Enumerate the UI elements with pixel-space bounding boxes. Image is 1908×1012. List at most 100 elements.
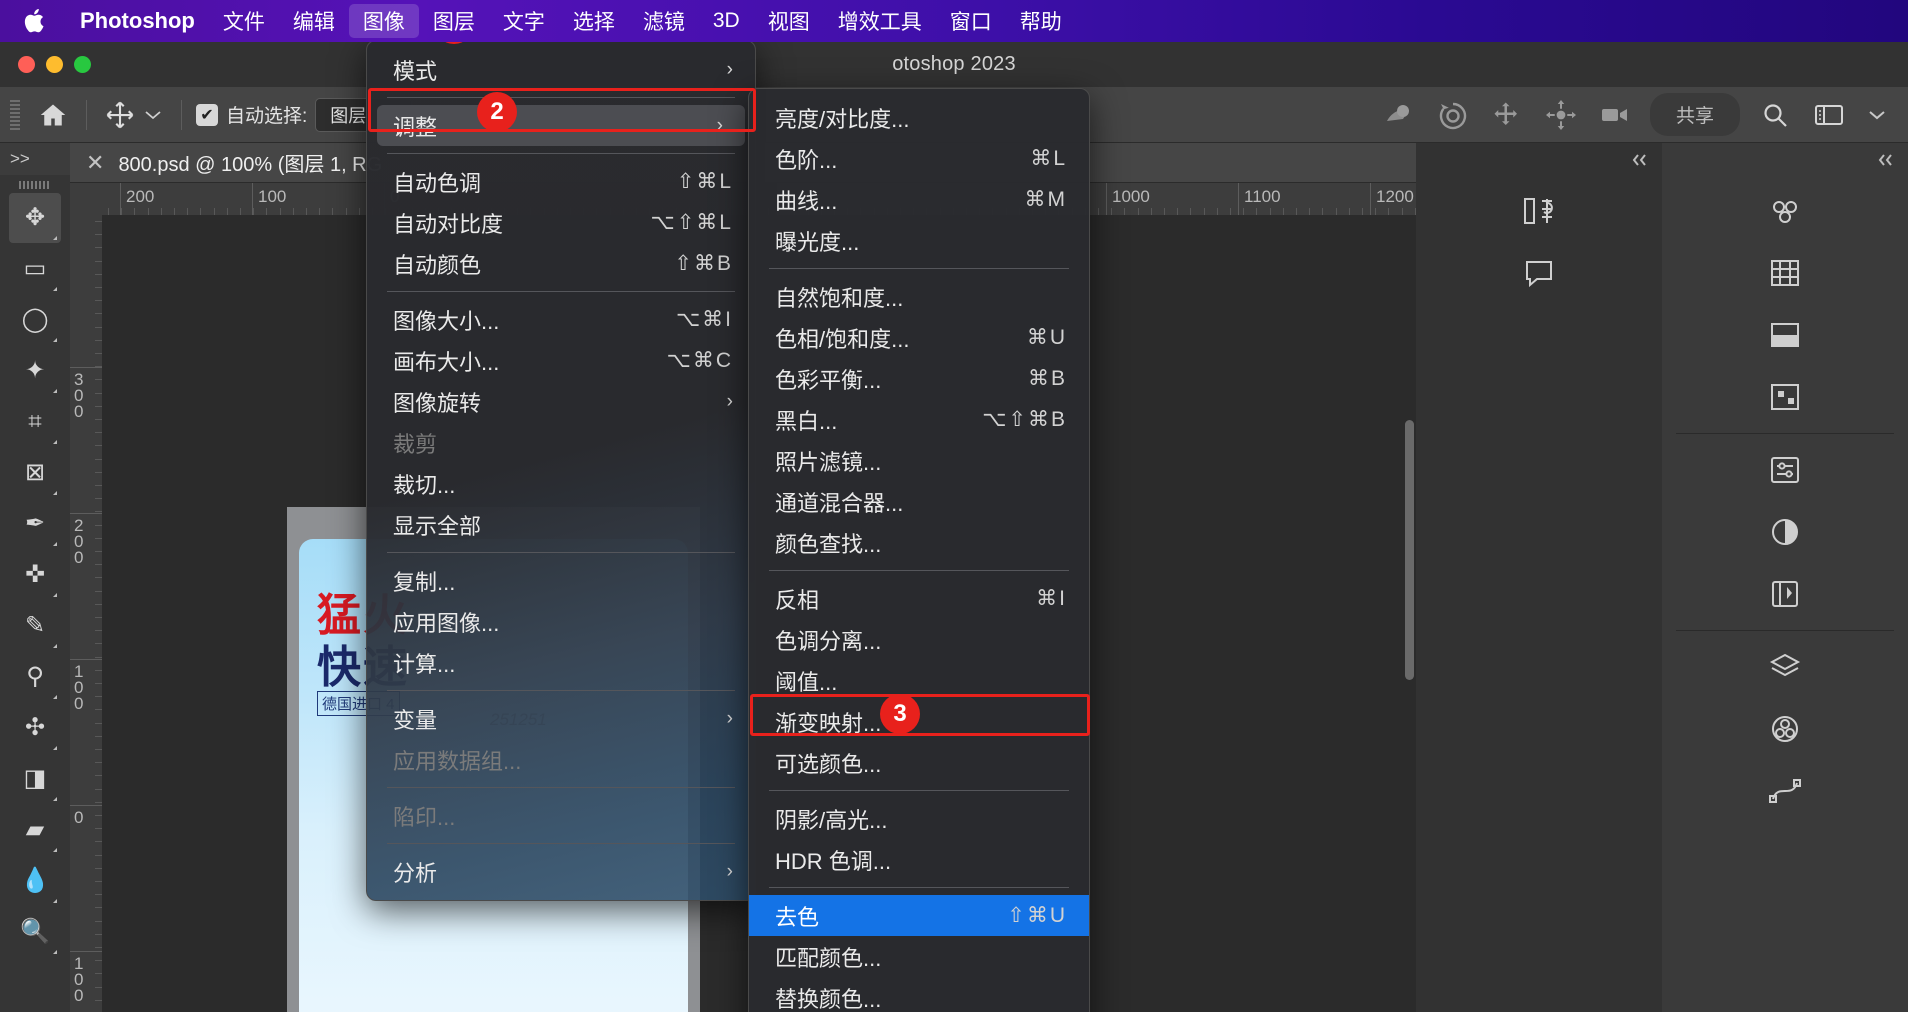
menu-item[interactable]: 计算... xyxy=(367,642,755,683)
close-icon[interactable]: ✕ xyxy=(86,150,104,176)
canvas-vertical-scrollbar[interactable] xyxy=(1405,420,1414,680)
menu-bar-item-11[interactable]: 窗口 xyxy=(936,4,1006,38)
rotate-icon[interactable] xyxy=(1434,96,1472,134)
auto-select-checkbox[interactable]: ✔ xyxy=(196,104,218,126)
menu-item[interactable]: 曝光度... xyxy=(749,220,1089,261)
gradients-icon[interactable] xyxy=(1757,307,1813,363)
eyedropper-tool[interactable]: ✒ xyxy=(9,499,61,549)
menu-item[interactable]: 色相/饱和度...⌘U xyxy=(749,317,1089,358)
menu-item[interactable]: 亮度/对比度... xyxy=(749,97,1089,138)
menu-bar-item-7[interactable]: 滤镜 xyxy=(629,4,699,38)
menu-item[interactable]: 图像旋转› xyxy=(367,381,755,422)
lasso-tool[interactable]: ◯ xyxy=(9,295,61,345)
crop-tool[interactable]: ⌗ xyxy=(9,397,61,447)
layers-icon[interactable] xyxy=(1757,639,1813,695)
traffic-lights[interactable] xyxy=(18,56,91,73)
channels-icon[interactable] xyxy=(1757,701,1813,757)
gradient-tool[interactable]: ▰ xyxy=(9,805,61,855)
right-dock-collapse-a[interactable] xyxy=(1416,143,1662,177)
adjustments-icon[interactable] xyxy=(1757,442,1813,498)
menu-item[interactable]: 曲线...⌘M xyxy=(749,179,1089,220)
menu-item[interactable]: 替换颜色... xyxy=(749,977,1089,1012)
menu-item[interactable]: 去色⇧⌘U xyxy=(749,895,1089,936)
libraries-icon[interactable] xyxy=(1757,566,1813,622)
tools-panel-grip[interactable] xyxy=(19,181,51,189)
menu-item[interactable]: 色调分离... xyxy=(749,619,1089,660)
vertical-ruler[interactable]: 3002001000100 xyxy=(70,215,102,1012)
clone-stamp-tool[interactable]: ⚲ xyxy=(9,652,61,702)
adjustments-submenu[interactable]: 亮度/对比度...色阶...⌘L曲线...⌘M曝光度... 自然饱和度...色相/… xyxy=(748,88,1090,1012)
image-menu[interactable]: 模式› 调整› 自动色调⇧⌘L自动对比度⌥⇧⌘L自动颜色⇧⌘B 图像大小...⌥⌘I画… xyxy=(366,40,756,901)
menu-item[interactable]: 阴影/高光... xyxy=(749,798,1089,839)
menu-bar-item-0[interactable]: Photoshop xyxy=(66,4,209,38)
menu-item[interactable]: 图像大小...⌥⌘I xyxy=(367,299,755,340)
tools-panel-collapse[interactable]: >> xyxy=(0,143,70,175)
history-brush-tool[interactable]: ✣ xyxy=(9,703,61,753)
menu-bar-item-4[interactable]: 图层 xyxy=(419,4,489,38)
menu-bar-item-9[interactable]: 视图 xyxy=(754,4,824,38)
menu-item[interactable]: 照片滤镜... xyxy=(749,440,1089,481)
healing-brush-tool[interactable]: ✜ xyxy=(9,550,61,600)
paths-icon[interactable] xyxy=(1757,763,1813,819)
menu-item[interactable]: 画布大小...⌥⌘C xyxy=(367,340,755,381)
menu-bar-item-3[interactable]: 图像 xyxy=(349,4,419,38)
color-icon[interactable] xyxy=(1757,183,1813,239)
menu-item[interactable]: 黑白...⌥⇧⌘B xyxy=(749,399,1089,440)
search-icon[interactable] xyxy=(1756,96,1794,134)
menu-item[interactable]: 显示全部 xyxy=(367,504,755,545)
menu-item[interactable]: 应用图像... xyxy=(367,601,755,642)
menu-item[interactable]: 可选颜色... xyxy=(749,742,1089,783)
menu-item[interactable]: 调整› xyxy=(377,105,745,146)
options-bar-grip[interactable] xyxy=(10,100,20,130)
menu-item[interactable]: 通道混合器... xyxy=(749,481,1089,522)
menu-item[interactable]: 模式› xyxy=(367,49,755,90)
workspace-icon[interactable] xyxy=(1810,96,1848,134)
menu-item[interactable]: 阈值... xyxy=(749,660,1089,701)
frame-tool[interactable]: ⊠ xyxy=(9,448,61,498)
history-icon[interactable] xyxy=(1511,183,1567,239)
object-selection-tool[interactable]: ✦ xyxy=(9,346,61,396)
menu-item[interactable]: 复制... xyxy=(367,560,755,601)
menu-item[interactable]: 自动色调⇧⌘L xyxy=(367,161,755,202)
chevron-down-icon[interactable] xyxy=(139,96,167,134)
menu-item[interactable]: 色阶...⌘L xyxy=(749,138,1089,179)
right-dock-collapse-b[interactable] xyxy=(1662,143,1908,177)
menu-item[interactable]: 匹配颜色... xyxy=(749,936,1089,977)
properties-icon[interactable] xyxy=(1757,504,1813,560)
comment-icon[interactable] xyxy=(1511,245,1567,301)
marquee-tool[interactable]: ▭ xyxy=(9,244,61,294)
camera-3d-icon[interactable] xyxy=(1596,96,1634,134)
menu-bar-item-6[interactable]: 选择 xyxy=(559,4,629,38)
move-3d-icon[interactable] xyxy=(1488,96,1526,134)
align-icon[interactable] xyxy=(1380,96,1418,134)
pan-3d-icon[interactable] xyxy=(1542,96,1580,134)
dodge-tool[interactable]: 🔍 xyxy=(9,907,61,957)
move-tool-icon[interactable] xyxy=(101,96,139,134)
menu-item[interactable]: 自然饱和度... xyxy=(749,276,1089,317)
swatches-icon[interactable] xyxy=(1757,245,1813,301)
minimize-button[interactable] xyxy=(46,56,63,73)
menu-bar-item-12[interactable]: 帮助 xyxy=(1006,4,1076,38)
share-button[interactable]: 共享 xyxy=(1650,93,1740,136)
menu-item[interactable]: 自动对比度⌥⇧⌘L xyxy=(367,202,755,243)
menu-item[interactable]: 色彩平衡...⌘B xyxy=(749,358,1089,399)
menu-item[interactable]: 裁切... xyxy=(367,463,755,504)
zoom-button[interactable] xyxy=(74,56,91,73)
chevron-down-icon[interactable] xyxy=(1864,96,1890,134)
menu-bar-item-2[interactable]: 编辑 xyxy=(279,4,349,38)
menu-bar-item-1[interactable]: 文件 xyxy=(209,4,279,38)
eraser-tool[interactable]: ◨ xyxy=(9,754,61,804)
patterns-icon[interactable] xyxy=(1757,369,1813,425)
close-button[interactable] xyxy=(18,56,35,73)
menu-item[interactable]: 反相⌘I xyxy=(749,578,1089,619)
menu-item[interactable]: 颜色查找... xyxy=(749,522,1089,563)
home-icon[interactable] xyxy=(34,96,72,134)
blur-tool[interactable]: 💧 xyxy=(9,856,61,906)
menu-item[interactable]: 分析› xyxy=(367,851,755,892)
apple-logo-icon[interactable] xyxy=(22,6,48,36)
menu-bar-item-5[interactable]: 文字 xyxy=(489,4,559,38)
menu-item[interactable]: 自动颜色⇧⌘B xyxy=(367,243,755,284)
menu-item[interactable]: 变量› xyxy=(367,698,755,739)
menu-bar-item-8[interactable]: 3D xyxy=(699,4,754,38)
menu-item[interactable]: HDR 色调... xyxy=(749,839,1089,880)
